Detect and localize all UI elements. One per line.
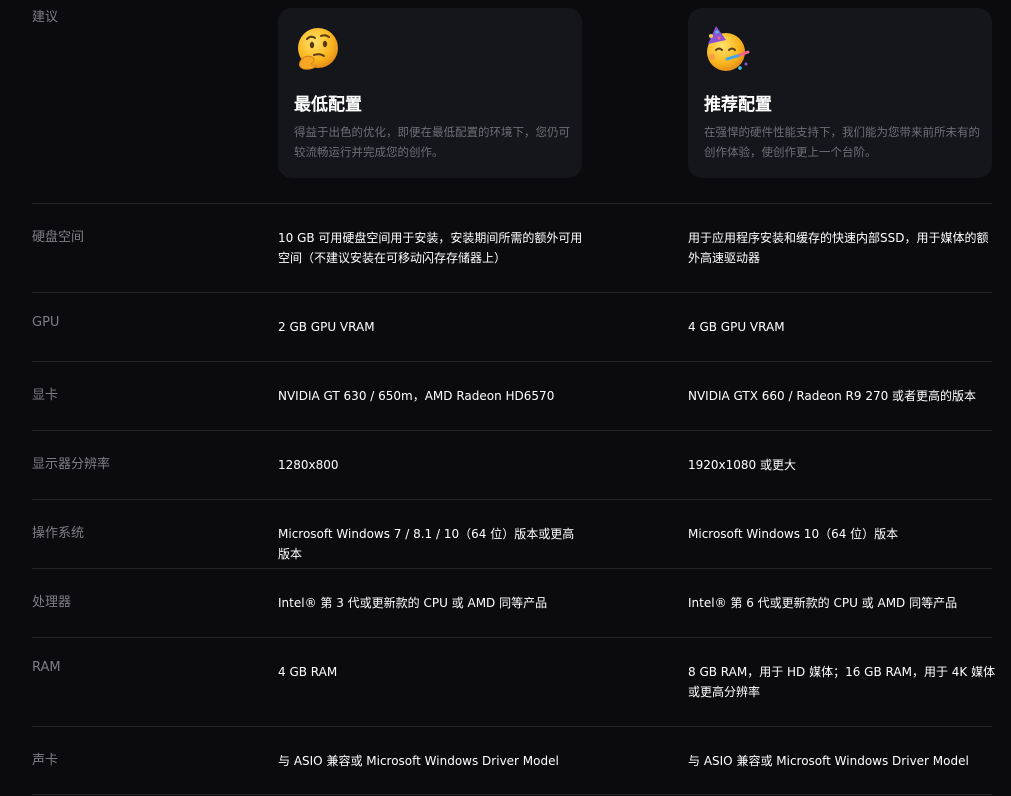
spec-row-processor: 处理器 Intel® 第 3 代或更新款的 CPU 或 AMD 同等产品 Int… <box>32 568 992 638</box>
row-label: 操作系统 <box>32 526 85 541</box>
card-description: 在强悍的硬件性能支持下，我们能为您带来前所未有的创作体验，使创作更上一个台阶。 <box>704 125 980 159</box>
minimum-value: 与 ASIO 兼容或 Microsoft Windows Driver Mode… <box>278 754 559 768</box>
row-label: 显示器分辨率 <box>32 457 111 472</box>
card-description: 得益于出色的优化，即便在最低配置的环境下，您仍可较流畅运行并完成您的创作。 <box>294 125 570 159</box>
minimum-value: 1280x800 <box>278 458 339 472</box>
table-bottom-divider <box>32 794 992 795</box>
row-label: RAM <box>32 660 61 675</box>
recommended-config-card: 推荐配置 在强悍的硬件性能支持下，我们能为您带来前所未有的创作体验，使创作更上一… <box>688 8 992 178</box>
recommended-value: Intel® 第 6 代或更新款的 CPU 或 AMD 同等产品 <box>688 596 958 610</box>
spec-row-display-resolution: 显示器分辨率 1280x800 1920x1080 或更大 <box>32 430 992 500</box>
recommended-value: 与 ASIO 兼容或 Microsoft Windows Driver Mode… <box>688 754 969 768</box>
spec-row-operating-system: 操作系统 Microsoft Windows 7 / 8.1 / 10（64 位… <box>32 499 992 569</box>
recommended-value: 4 GB GPU VRAM <box>688 320 785 334</box>
spec-row-sound-card: 声卡 与 ASIO 兼容或 Microsoft Windows Driver M… <box>32 726 992 795</box>
row-label: 硬盘空间 <box>32 230 85 245</box>
row-label: 声卡 <box>32 753 59 768</box>
recommended-value: Microsoft Windows 10（64 位）版本 <box>688 527 899 541</box>
minimum-value: NVIDIA GT 630 / 650m，AMD Radeon HD6570 <box>278 389 555 403</box>
spec-row-ram: RAM 4 GB RAM 8 GB RAM，用于 HD 媒体；16 GB RAM… <box>32 637 995 727</box>
row-label: 显卡 <box>32 388 59 403</box>
minimum-value: Microsoft Windows 7 / 8.1 / 10（64 位）版本或更… <box>278 527 575 561</box>
minimum-config-card: 最低配置 得益于出色的优化，即便在最低配置的环境下，您仍可较流畅运行并完成您的创… <box>278 8 582 178</box>
minimum-value: 4 GB RAM <box>278 665 338 679</box>
recommended-value: NVIDIA GTX 660 / Radeon R9 270 或者更高的版本 <box>688 389 977 403</box>
header-label: 建议 <box>32 10 59 25</box>
system-requirements-page: 建议 最低配置 得益于出色的优化，即便在最低配置的环境下，您仍可较流畅运行并完成… <box>0 0 1011 796</box>
recommended-value: 用于应用程序安装和缓存的快速内部SSD，用于媒体的额外高速驱动器 <box>688 231 989 265</box>
partying-face-icon <box>707 26 750 71</box>
spec-row-graphics-card: 显卡 NVIDIA GT 630 / 650m，AMD Radeon HD657… <box>32 361 992 431</box>
card-title: 推荐配置 <box>704 95 772 115</box>
recommended-value: 8 GB RAM，用于 HD 媒体；16 GB RAM，用于 4K 媒体或更高分… <box>688 665 996 699</box>
row-label: GPU <box>32 315 60 330</box>
minimum-value: 2 GB GPU VRAM <box>278 320 375 334</box>
thinking-face-icon <box>298 28 338 70</box>
minimum-value: Intel® 第 3 代或更新款的 CPU 或 AMD 同等产品 <box>278 596 548 610</box>
recommended-value: 1920x1080 或更大 <box>688 458 796 472</box>
card-title: 最低配置 <box>294 95 362 115</box>
spec-row-storage: 硬盘空间 10 GB 可用硬盘空间用于安装，安装期间所需的额外可用空间（不建议安… <box>32 203 992 293</box>
minimum-value: 10 GB 可用硬盘空间用于安装，安装期间所需的额外可用空间（不建议安装在可移动… <box>278 231 583 265</box>
row-label: 处理器 <box>32 595 72 610</box>
spec-row-gpu: GPU 2 GB GPU VRAM 4 GB GPU VRAM <box>32 292 992 362</box>
